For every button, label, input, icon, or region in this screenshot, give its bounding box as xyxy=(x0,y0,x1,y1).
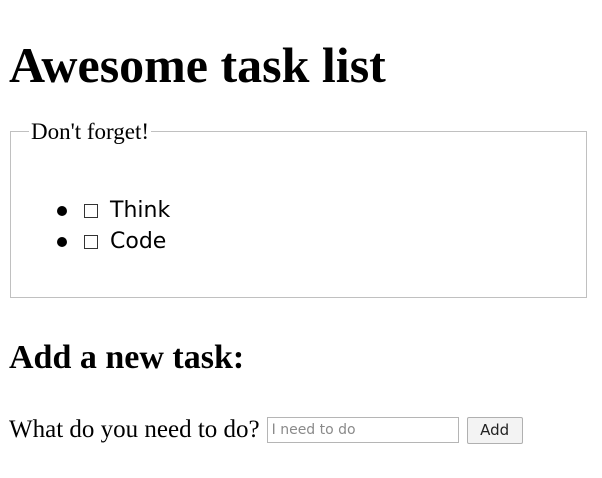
new-task-input[interactable] xyxy=(266,417,459,443)
bullet-icon xyxy=(57,205,67,216)
task-checkbox-think[interactable] xyxy=(84,203,98,218)
new-task-prompt: What do you need to do? xyxy=(9,416,260,443)
task-group-legend: Don't forget! xyxy=(29,119,152,145)
add-task-heading: Add a new task: xyxy=(9,339,245,376)
task-label-code: Code xyxy=(110,228,167,254)
new-task-form: What do you need to do? Add xyxy=(9,415,523,445)
add-task-button[interactable]: Add xyxy=(466,416,523,444)
task-item-think: Think xyxy=(57,195,170,226)
task-checkbox-code[interactable] xyxy=(84,234,98,249)
bullet-icon xyxy=(57,236,67,247)
task-fieldset: Don't forget! Think Code xyxy=(10,119,587,298)
task-list: Think Code xyxy=(57,195,170,257)
task-label-think: Think xyxy=(110,197,171,223)
task-item-code: Code xyxy=(57,226,170,257)
page-title: Awesome task list xyxy=(9,37,386,93)
